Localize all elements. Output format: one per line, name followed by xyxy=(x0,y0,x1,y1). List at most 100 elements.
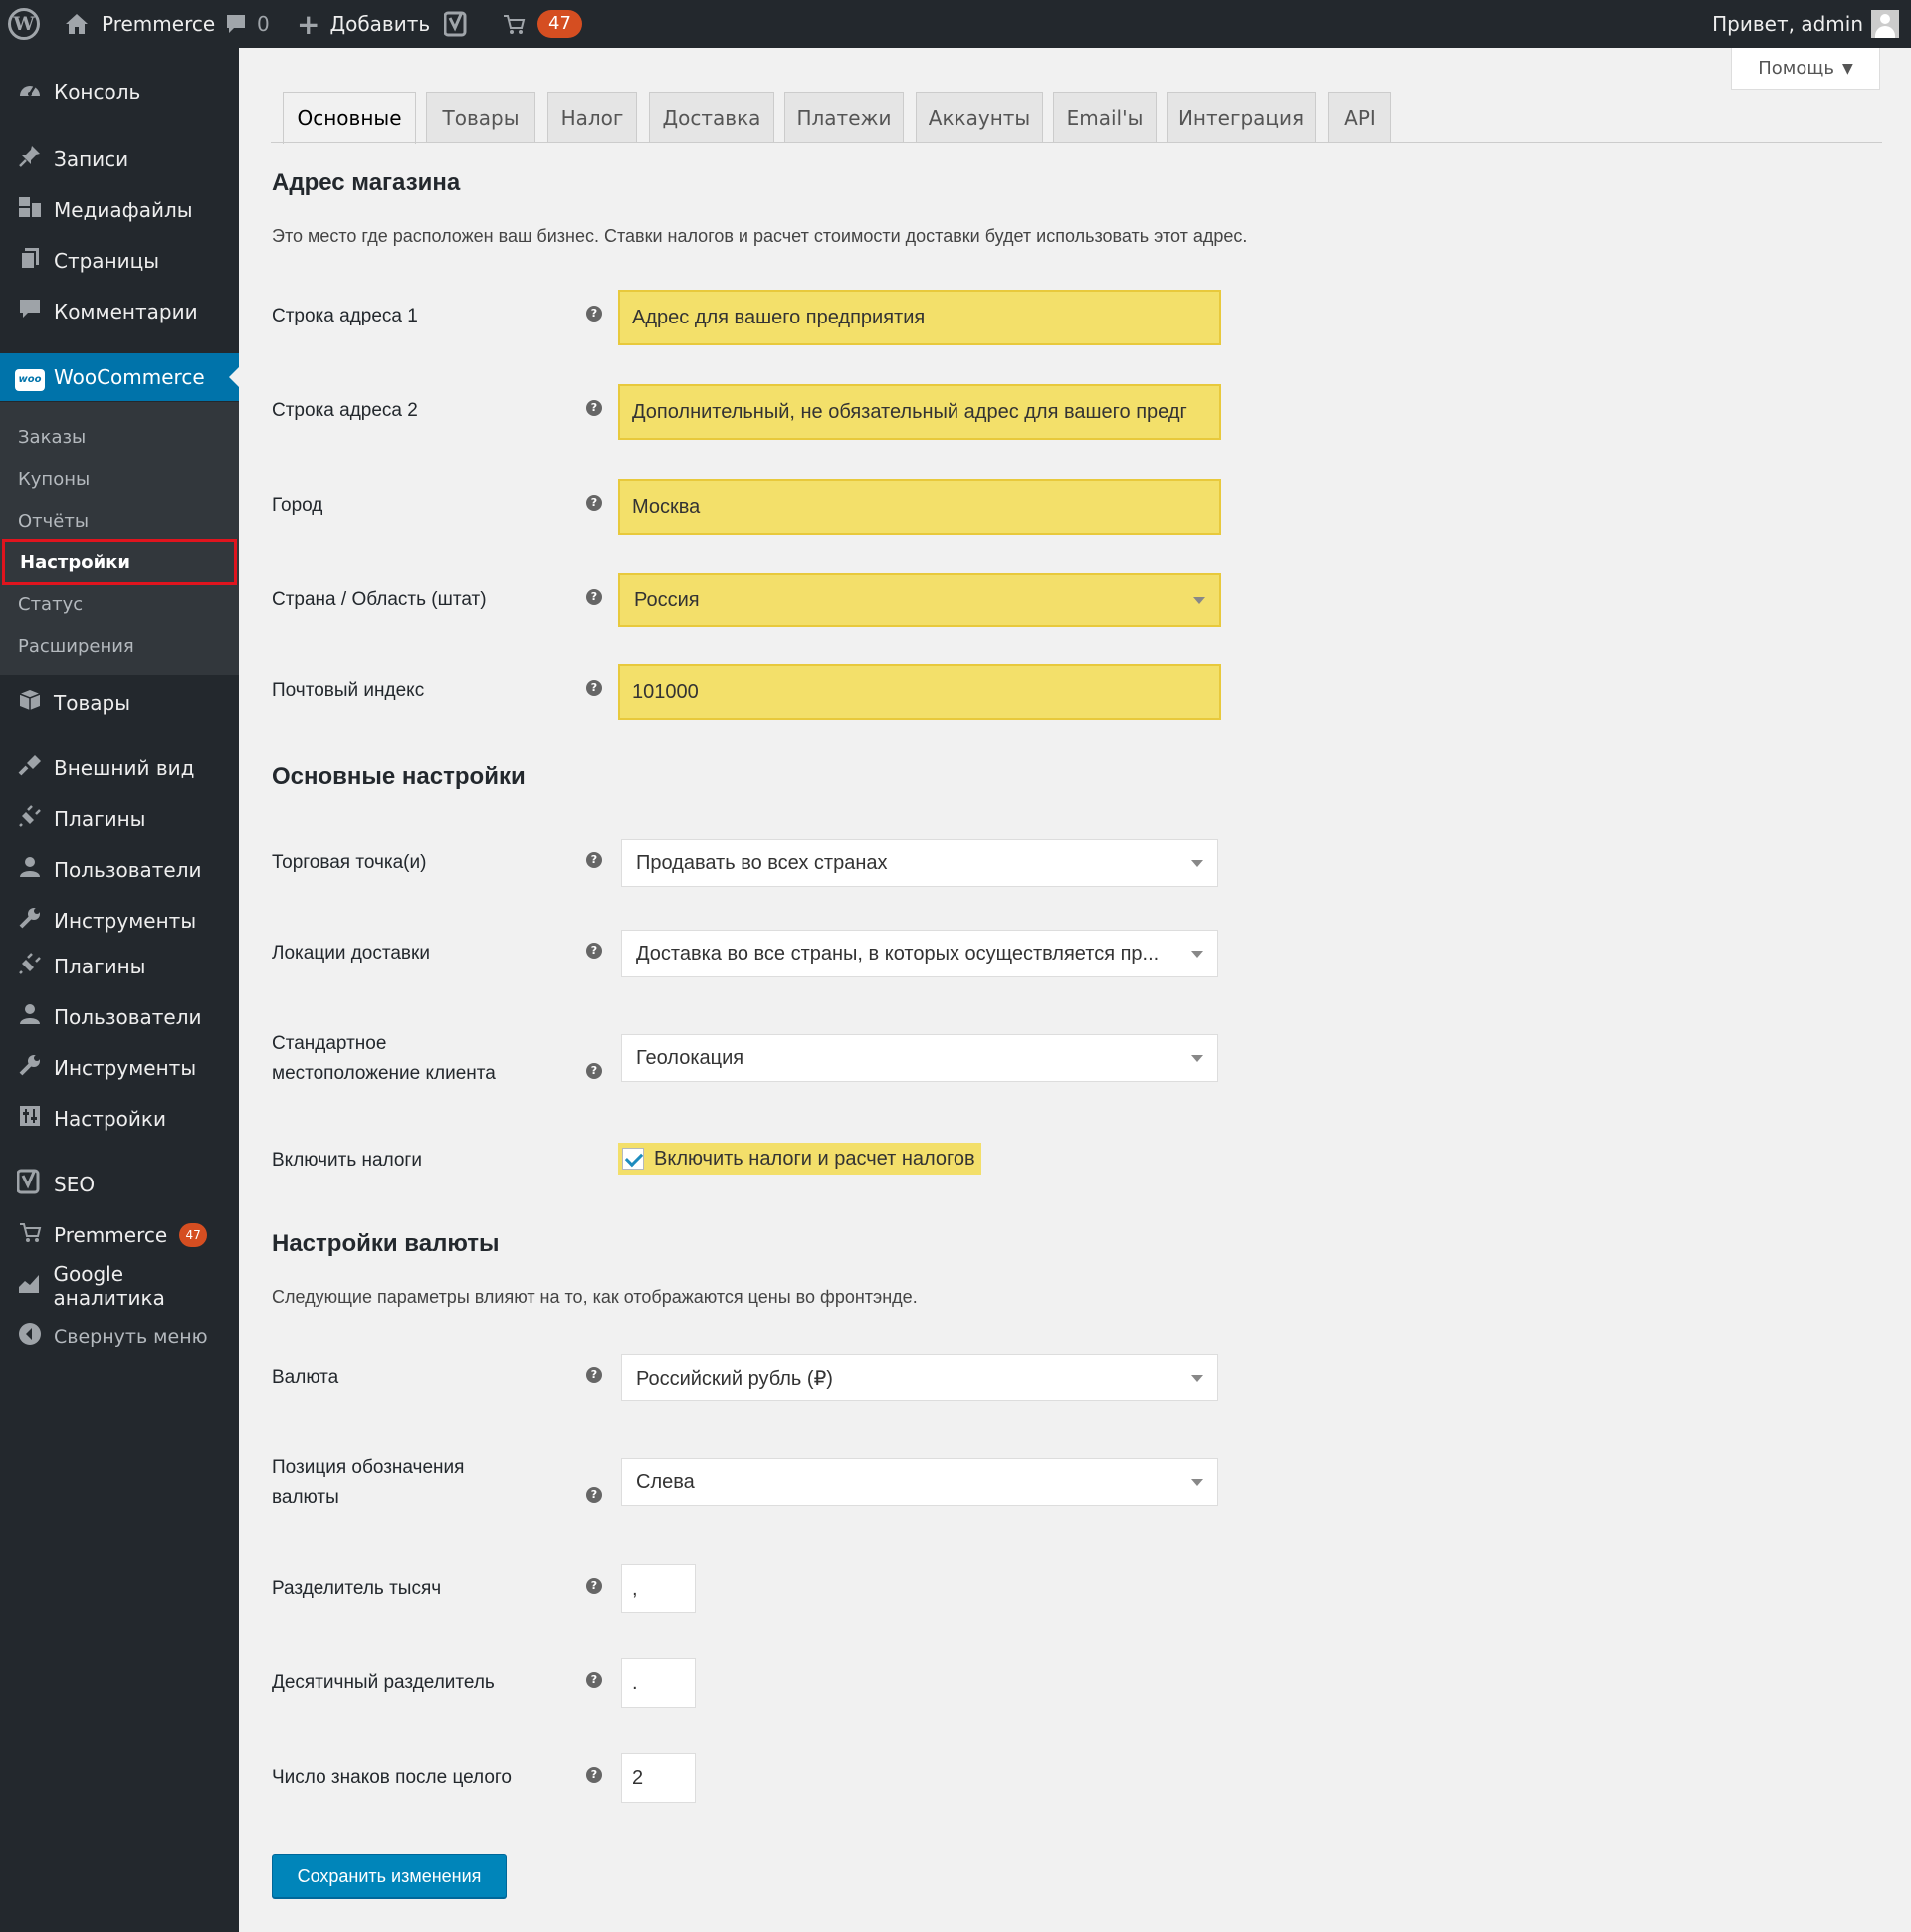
tab-payments[interactable]: Платежи xyxy=(784,92,904,143)
menu-products[interactable]: Товары xyxy=(0,679,239,727)
shipping-locations-select[interactable]: Доставка во все страны, в которых осущес… xyxy=(621,930,1218,977)
wrench-icon xyxy=(12,906,48,936)
label-shipping-locations: Локации доставки xyxy=(272,943,430,964)
help-tip-icon[interactable]: ? xyxy=(586,400,602,416)
tab-api[interactable]: API xyxy=(1328,92,1391,143)
help-tip-icon[interactable]: ? xyxy=(586,680,602,696)
city-field[interactable]: Москва xyxy=(618,479,1221,535)
admin-bar: W Premmerce 0 + Добавить 47 Привет, admi… xyxy=(0,0,1911,48)
comments-icon xyxy=(12,298,48,325)
label-postcode: Почтовый индекс xyxy=(272,680,425,701)
menu-pages[interactable]: Страницы xyxy=(0,237,239,285)
plugin-icon xyxy=(12,952,48,981)
submenu-extensions[interactable]: Расширения xyxy=(0,626,239,666)
yoast-seo-link[interactable] xyxy=(444,0,470,48)
label-default-location-line-1: Стандартное xyxy=(272,1033,387,1054)
wrench-icon xyxy=(12,1053,48,1083)
comments-link[interactable]: 0 xyxy=(225,0,270,48)
woo-icon: woo xyxy=(12,363,48,391)
label-currency-position-line-2: валюты xyxy=(272,1487,339,1508)
menu-google-analytics[interactable]: Google аналитика xyxy=(0,1262,239,1310)
label-city: Город xyxy=(272,495,323,516)
enable-taxes-checkbox[interactable] xyxy=(622,1148,644,1170)
decimal-separator-input[interactable]: . xyxy=(621,1658,696,1708)
tab-products[interactable]: Товары xyxy=(426,92,535,143)
label-currency: Валюта xyxy=(272,1367,339,1388)
caret-down-icon: ▼ xyxy=(1841,60,1853,77)
help-tip-icon[interactable]: ? xyxy=(586,1672,602,1688)
menu-dashboard[interactable]: Консоль xyxy=(0,68,239,115)
help-tip-icon[interactable]: ? xyxy=(586,495,602,511)
currency-select[interactable]: Российский рубль (₽) xyxy=(621,1354,1218,1401)
dropdown-arrow-icon xyxy=(1193,597,1205,604)
help-tip-icon[interactable]: ? xyxy=(586,943,602,959)
dashboard-icon xyxy=(12,78,48,106)
premmerce-count-badge: 47 xyxy=(179,1223,208,1247)
collapse-menu-button[interactable]: Свернуть меню xyxy=(0,1313,239,1361)
tab-emails[interactable]: Email'ы xyxy=(1053,92,1157,143)
menu-settings[interactable]: Настройки xyxy=(0,1095,239,1143)
help-tip-icon[interactable]: ? xyxy=(586,1487,602,1503)
menu-plugins[interactable]: Плагины xyxy=(0,795,239,843)
help-tip-icon[interactable]: ? xyxy=(586,306,602,322)
submenu-coupons[interactable]: Купоны xyxy=(0,459,239,499)
menu-tools-2[interactable]: Инструменты xyxy=(0,1044,239,1092)
country-select[interactable]: Россия xyxy=(618,573,1221,627)
enable-taxes-option[interactable]: Включить налоги и расчет налогов xyxy=(618,1143,981,1175)
label-currency-position-line-1: Позиция обозначения xyxy=(272,1457,465,1478)
label-address-1: Строка адреса 1 xyxy=(272,306,418,326)
number-of-decimals-input[interactable]: 2 xyxy=(621,1753,696,1803)
help-tip-icon[interactable]: ? xyxy=(586,1767,602,1783)
menu-users-2[interactable]: Пользователи xyxy=(0,993,239,1041)
help-button[interactable]: Помощь ▼ xyxy=(1731,48,1880,90)
submenu-status[interactable]: Статус xyxy=(0,584,239,624)
collapse-icon xyxy=(12,1322,48,1352)
my-account-link[interactable]: Привет, admin xyxy=(1712,0,1899,48)
label-default-location-line-2: местоположение клиента xyxy=(272,1063,496,1084)
menu-tools[interactable]: Инструменты xyxy=(0,897,239,945)
menu-users[interactable]: Пользователи xyxy=(0,846,239,894)
address-2-field[interactable]: Дополнительный, не обязательный адрес дл… xyxy=(618,384,1221,440)
menu-appearance[interactable]: Внешний вид xyxy=(0,745,239,792)
menu-posts[interactable]: Записи xyxy=(0,135,239,183)
home-icon xyxy=(64,12,90,36)
currency-position-select[interactable]: Слева xyxy=(621,1458,1218,1506)
tabs-divider xyxy=(271,142,1882,143)
postcode-field[interactable]: 101000 xyxy=(618,664,1221,720)
tab-integration[interactable]: Интеграция xyxy=(1167,92,1316,143)
menu-comments[interactable]: Комментарии xyxy=(0,288,239,335)
label-selling-locations: Торговая точка(и) xyxy=(272,852,427,873)
menu-seo[interactable]: SEO xyxy=(0,1161,239,1208)
tab-shipping[interactable]: Доставка xyxy=(649,92,774,143)
label-address-2: Строка адреса 2 xyxy=(272,400,418,421)
address-1-field[interactable]: Адрес для вашего предприятия xyxy=(618,290,1221,345)
menu-plugins-2[interactable]: Плагины xyxy=(0,943,239,990)
help-tip-icon[interactable]: ? xyxy=(586,852,602,868)
help-tip-icon[interactable]: ? xyxy=(586,1367,602,1383)
help-tip-icon[interactable]: ? xyxy=(586,1063,602,1079)
tab-general[interactable]: Основные xyxy=(283,92,416,144)
add-new-link[interactable]: + Добавить xyxy=(297,0,430,48)
brush-icon xyxy=(12,753,48,783)
submenu-settings[interactable]: Настройки xyxy=(2,539,237,585)
thousand-separator-input[interactable]: , xyxy=(621,1564,696,1613)
help-tip-icon[interactable]: ? xyxy=(586,589,602,605)
premmerce-cart-link[interactable]: 47 xyxy=(502,0,582,48)
site-name-link[interactable]: Premmerce xyxy=(64,0,215,48)
wordpress-logo-icon[interactable]: W xyxy=(8,0,44,48)
default-location-select[interactable]: Геолокация xyxy=(621,1034,1218,1082)
menu-woocommerce[interactable]: woo WooCommerce xyxy=(0,353,239,401)
tab-tax[interactable]: Налог xyxy=(547,92,637,143)
dropdown-arrow-icon xyxy=(1191,1055,1203,1062)
help-tip-icon[interactable]: ? xyxy=(586,1578,602,1594)
menu-media[interactable]: Медиафайлы xyxy=(0,186,239,234)
admin-menu: Консоль Записи Медиафайлы Страницы Комме… xyxy=(0,48,239,1932)
menu-premmerce[interactable]: Premmerce 47 xyxy=(0,1211,239,1259)
section-description-currency: Следующие параметры влияют на то, как от… xyxy=(272,1287,918,1307)
tab-accounts[interactable]: Аккаунты xyxy=(916,92,1043,143)
yoast-icon xyxy=(444,10,470,38)
submenu-orders[interactable]: Заказы xyxy=(0,417,239,457)
selling-locations-select[interactable]: Продавать во всех странах xyxy=(621,839,1218,887)
save-changes-button[interactable]: Сохранить изменения xyxy=(272,1854,507,1898)
submenu-reports[interactable]: Отчёты xyxy=(0,501,239,540)
